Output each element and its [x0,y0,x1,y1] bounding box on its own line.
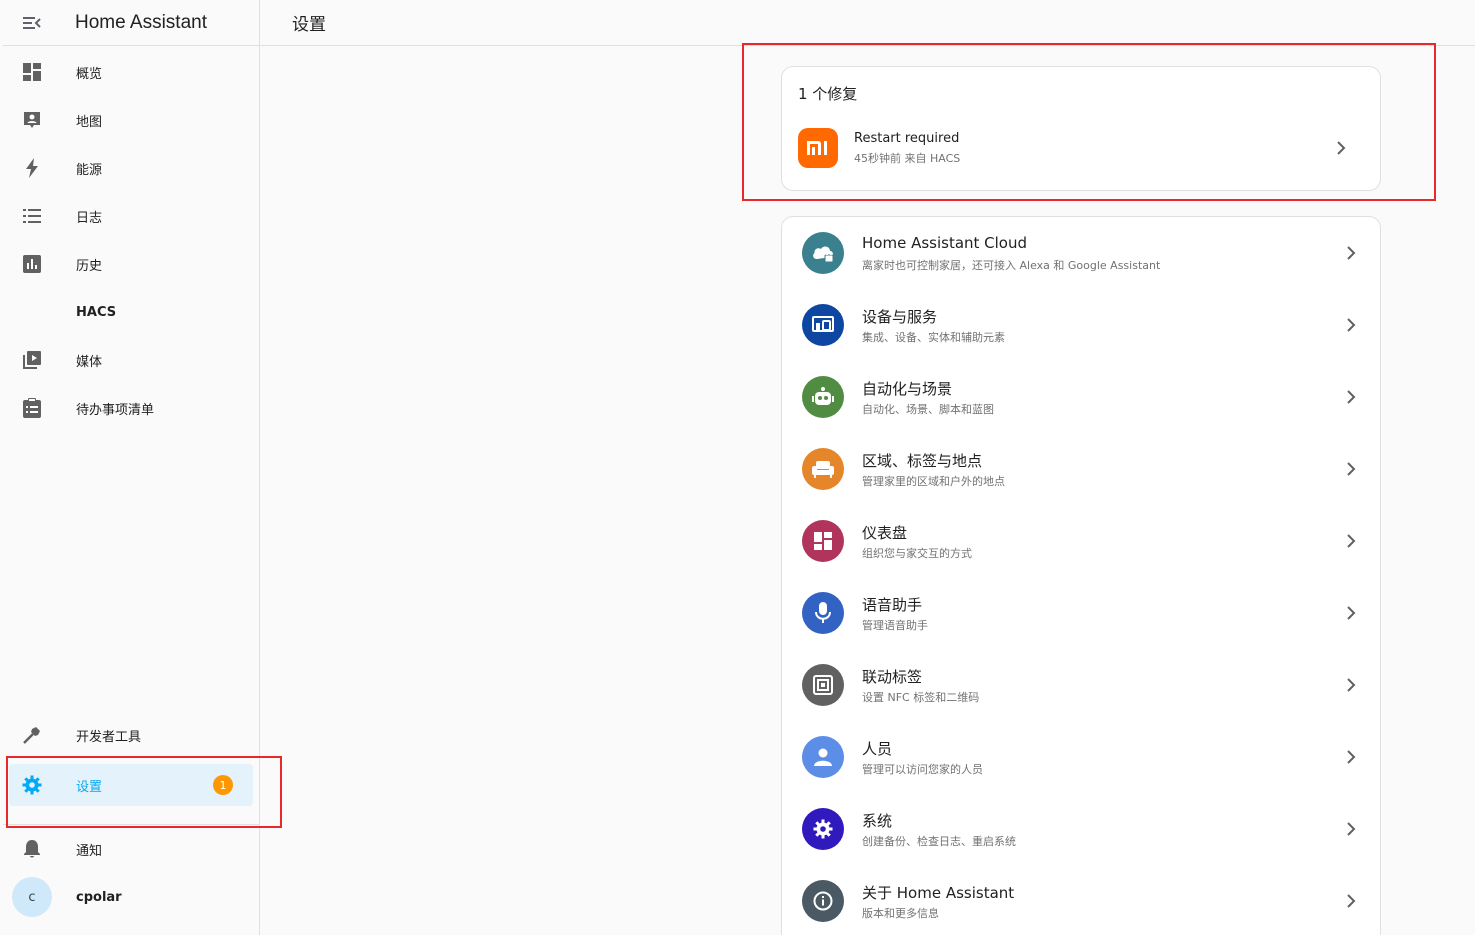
sidebar-item-media[interactable]: 媒体 [3,336,259,384]
chevron-right-icon [1347,894,1356,908]
account-icon [802,736,844,778]
settings-item-automations[interactable]: 自动化与场景 自动化、场景、脚本和蓝图 [782,361,1382,433]
app-title: Home Assistant [75,11,207,33]
sidebar-nav: 概览 地图 能源 日志 历史 HACS 媒体 待办事项清单 [3,46,259,432]
settings-item-tags[interactable]: 联动标签 设置 NFC 标签和二维码 [782,649,1382,721]
view-dashboard-icon [802,520,844,562]
sidebar-item-label: 能源 [76,162,103,178]
sidebar-header: Home Assistant [3,0,259,46]
sofa-icon [802,448,844,490]
settings-menu-card: Home Assistant Cloud 离家时也可控制家居，还可接入 Alex… [781,216,1381,935]
avatar: c [12,877,52,917]
chevron-right-icon [1347,462,1356,476]
sidebar-item-label: 待办事项清单 [76,402,155,418]
sidebar-item-label: 通知 [76,843,103,859]
sidebar-item-label: 日志 [76,210,103,226]
chevron-right-icon [1347,390,1356,404]
chevron-right-icon [1347,678,1356,692]
format-list-icon [22,206,42,226]
settings-item-title: 区域、标签与地点 [862,452,983,470]
settings-item-title: 联动标签 [862,668,923,686]
map-account-icon [22,110,42,130]
microphone-icon [802,592,844,634]
settings-item-subtitle: 管理家里的区域和户外的地点 [862,475,1005,488]
nfc-tag-icon [802,664,844,706]
settings-item-subtitle: 管理可以访问您家的人员 [862,763,983,776]
settings-item-title: 系统 [862,812,893,830]
chevron-right-icon [1347,822,1356,836]
settings-item-title: 人员 [862,740,893,758]
sidebar-item-notifications[interactable]: 通知 [3,825,259,873]
settings-item-title: 设备与服务 [862,308,938,326]
settings-item-subtitle: 创建备份、检查日志、重启系统 [862,835,1016,848]
page-title: 设置 [292,15,326,35]
highlight-box-settings [6,756,282,828]
settings-item-people[interactable]: 人员 管理可以访问您家的人员 [782,721,1382,793]
sidebar-item-profile[interactable]: c cpolar [3,873,259,921]
sidebar-item-history[interactable]: 历史 [3,240,259,288]
sidebar-item-label: 媒体 [76,354,103,370]
cloud-lock-icon [802,232,844,274]
sidebar-item-label: 历史 [76,258,103,274]
sidebar-item-overview[interactable]: 概览 [3,48,259,96]
sidebar-item-developer-tools[interactable]: 开发者工具 [3,711,259,759]
settings-item-subtitle: 管理语音助手 [862,619,928,632]
sidebar-item-energy[interactable]: 能源 [3,144,259,192]
sidebar-item-hacs[interactable]: HACS [3,288,259,336]
settings-item-title: 关于 Home Assistant [862,884,1015,902]
sidebar-item-logbook[interactable]: 日志 [3,192,259,240]
settings-item-subtitle: 离家时也可控制家居，还可接入 Alexa 和 Google Assistant [862,259,1161,272]
menu-toggle-button[interactable] [3,0,59,46]
chevron-right-icon [1347,606,1356,620]
settings-item-devices[interactable]: 设备与服务 集成、设备、实体和辅助元素 [782,289,1382,361]
play-box-multiple-icon [22,350,42,370]
settings-item-cloud[interactable]: Home Assistant Cloud 离家时也可控制家居，还可接入 Alex… [782,217,1382,289]
sidebar-item-label: 地图 [76,114,103,130]
chevron-right-icon [1347,750,1356,764]
settings-item-dashboards[interactable]: 仪表盘 组织您与家交互的方式 [782,505,1382,577]
settings-item-subtitle: 设置 NFC 标签和二维码 [862,691,980,704]
settings-item-subtitle: 版本和更多信息 [862,907,939,920]
chevron-right-icon [1347,534,1356,548]
menu-open-icon [23,16,41,29]
settings-item-title: Home Assistant Cloud [862,234,1028,252]
settings-item-title: 仪表盘 [862,524,908,542]
settings-item-title: 自动化与场景 [862,380,953,398]
user-name: cpolar [76,889,122,905]
settings-item-subtitle: 集成、设备、实体和辅助元素 [862,331,1005,344]
settings-item-about[interactable]: 关于 Home Assistant 版本和更多信息 [782,865,1382,935]
hacs-icon [22,302,42,322]
sidebar-item-label: 概览 [76,66,103,82]
clipboard-list-icon [22,398,42,418]
chevron-right-icon [1347,246,1356,260]
robot-icon [802,376,844,418]
sidebar-item-map[interactable]: 地图 [3,96,259,144]
settings-item-areas[interactable]: 区域、标签与地点 管理家里的区域和户外的地点 [782,433,1382,505]
sidebar-item-label: 开发者工具 [76,729,142,745]
top-bar: 设置 [260,0,1475,46]
hammer-icon [22,725,42,745]
lightning-bolt-icon [22,158,42,178]
sidebar-item-label: HACS [76,304,117,320]
chevron-right-icon [1347,318,1356,332]
devices-icon [802,304,844,346]
bell-icon [22,839,42,859]
chart-box-icon [22,254,42,274]
settings-item-system[interactable]: 系统 创建备份、检查日志、重启系统 [782,793,1382,865]
settings-item-subtitle: 自动化、场景、脚本和蓝图 [862,403,994,416]
settings-item-voice-assistants[interactable]: 语音助手 管理语音助手 [782,577,1382,649]
sidebar-item-todo[interactable]: 待办事项清单 [3,384,259,432]
settings-item-subtitle: 组织您与家交互的方式 [862,547,972,560]
information-icon [802,880,844,922]
settings-item-title: 语音助手 [862,596,923,614]
app-root: Home Assistant 概览 地图 能源 日志 历史 HACS 媒体 待办… [0,0,1475,935]
highlight-box-repairs [742,43,1436,201]
cog-icon [802,808,844,850]
dashboard-icon [22,62,42,82]
